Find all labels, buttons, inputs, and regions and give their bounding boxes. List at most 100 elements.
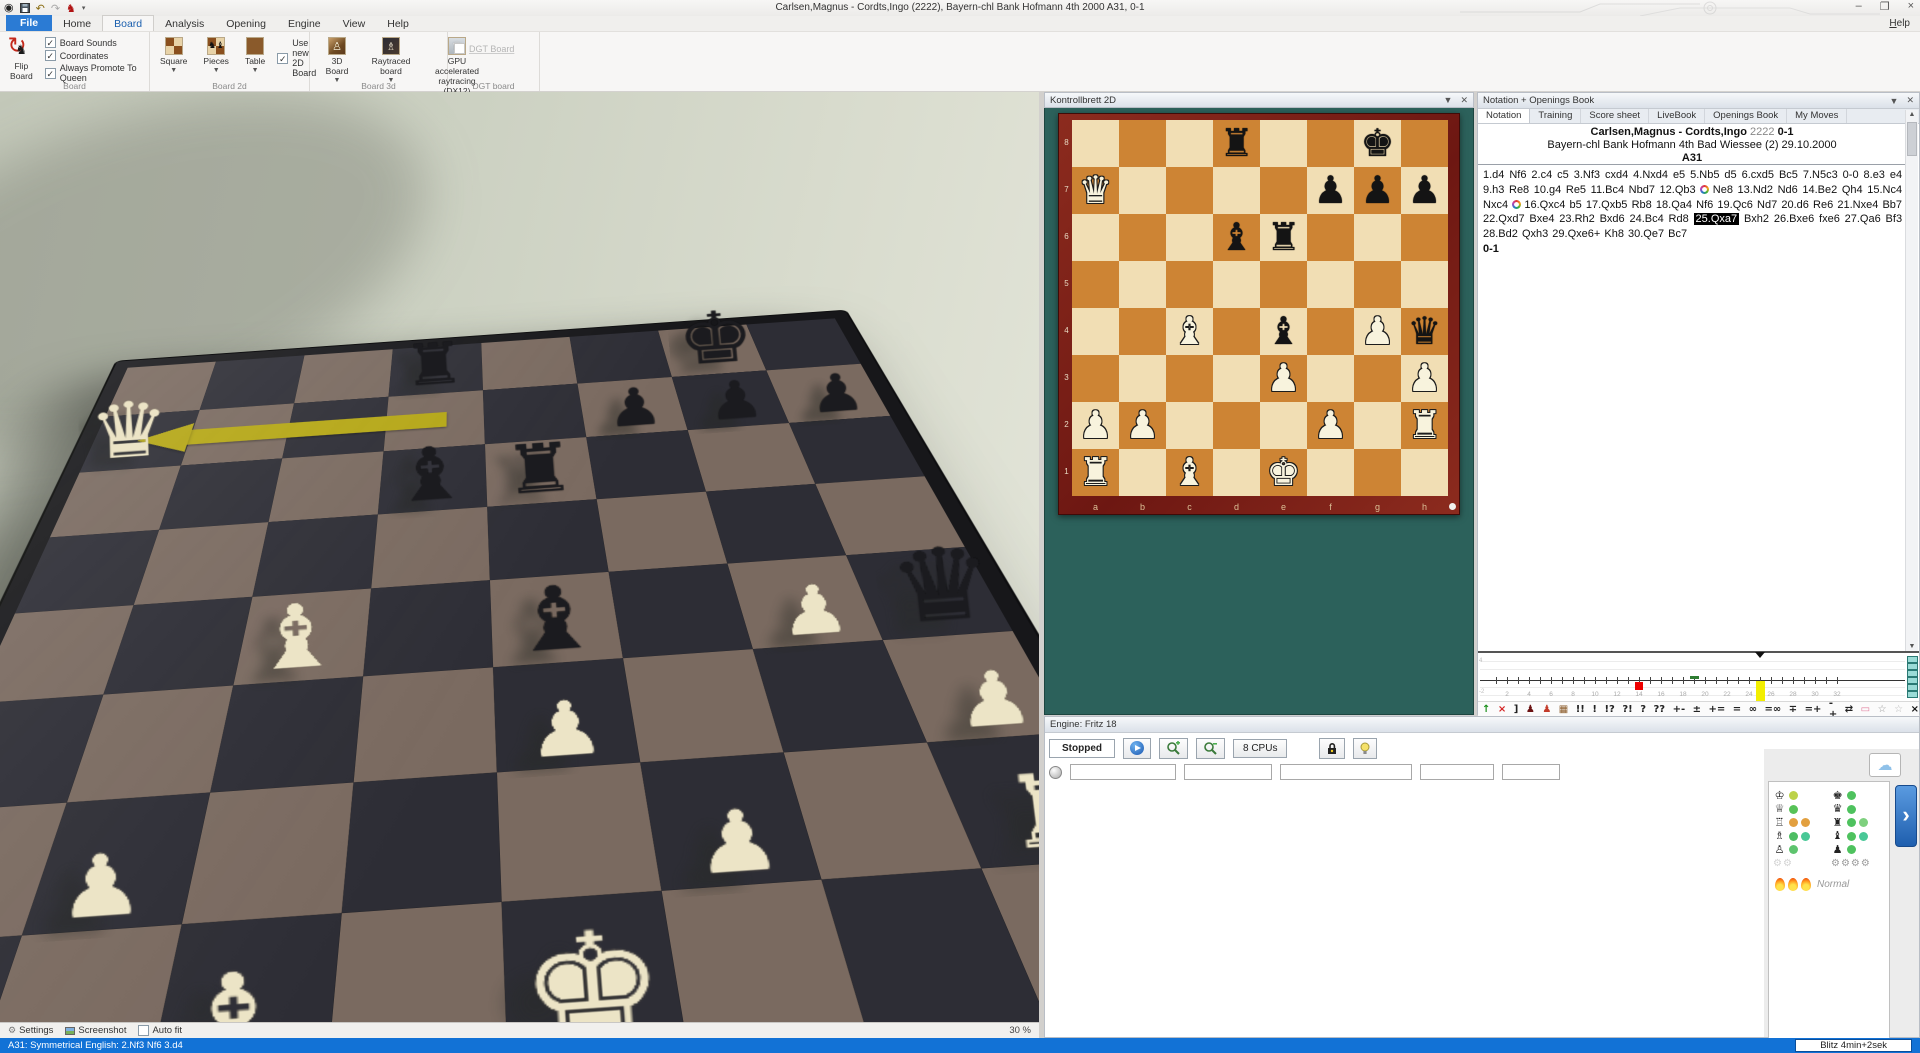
move[interactable]: 19.Qc6 <box>1717 199 1752 211</box>
square-3d[interactable] <box>623 649 784 762</box>
black-piece-3d[interactable]: ♟ <box>683 372 789 431</box>
engine-info-field[interactable] <box>1280 764 1412 780</box>
raytraced-board-dropdown[interactable]: ♗ Raytraced board ▼ <box>366 35 416 86</box>
move[interactable]: Bxe4 <box>1529 213 1554 225</box>
annotation-icon-star[interactable]: ☆ <box>1878 704 1887 715</box>
square-3d[interactable] <box>210 676 363 792</box>
ribbon-tab-engine[interactable]: Engine <box>277 16 332 31</box>
square-3d[interactable] <box>363 580 493 676</box>
evaluation-profile[interactable]: 24681012141618202224262830324-2 <box>1478 651 1919 701</box>
white-piece-3d[interactable]: ♛ <box>78 389 181 472</box>
move[interactable]: 17.Qxb5 <box>1586 199 1628 211</box>
black-piece-2d[interactable]: ♝ <box>1213 214 1260 261</box>
square-3d[interactable] <box>182 783 354 925</box>
square-2d[interactable] <box>1307 261 1354 308</box>
square-2d[interactable] <box>1260 402 1307 449</box>
ribbon-tab-file[interactable]: File <box>6 15 52 31</box>
move[interactable]: 21.Nxe4 <box>1837 199 1878 211</box>
black-piece-2d[interactable]: ♚ <box>1354 120 1401 167</box>
annotation-icon-brilliant[interactable]: !! <box>1576 704 1585 715</box>
annotation-icon-compensation[interactable]: =∞ <box>1765 704 1782 715</box>
square-3d[interactable] <box>354 667 497 782</box>
move[interactable]: Nbd7 <box>1629 184 1655 196</box>
close-button[interactable]: × <box>1908 0 1914 13</box>
square-3d[interactable] <box>371 507 490 589</box>
board-3d[interactable]: ♜♚♛♟♟♟♝♜♝♝♟♛♟♟♟♟♟♜♜♝♚ <box>0 311 1039 1022</box>
checkbox-board-sounds[interactable]: Board Sounds <box>45 37 143 48</box>
annotation-icon-dubious[interactable]: ?! <box>1622 704 1632 715</box>
move[interactable]: 14.Be2 <box>1802 184 1837 196</box>
annotation-icon-promote-line[interactable]: ↑ <box>1482 704 1490 715</box>
square-2d[interactable] <box>1119 449 1166 496</box>
white-piece-2d[interactable]: ♟ <box>1354 308 1401 355</box>
cloud-engine-button[interactable]: ☁ <box>1869 753 1901 777</box>
panel-collapse-icon[interactable]: ▼ <box>1444 95 1453 105</box>
square-3d[interactable] <box>269 451 384 522</box>
square-2d[interactable] <box>1166 261 1213 308</box>
square-2d[interactable] <box>1260 120 1307 167</box>
move[interactable]: Re5 <box>1566 184 1586 196</box>
engine-info-field[interactable] <box>1502 764 1560 780</box>
white-piece-2d[interactable]: ♜ <box>1072 449 1119 496</box>
white-piece-3d[interactable]: ♟ <box>747 573 883 649</box>
white-piece-3d[interactable]: ♝ <box>230 589 363 686</box>
square-2d[interactable] <box>1354 261 1401 308</box>
square-2d[interactable] <box>1119 167 1166 214</box>
white-piece-2d[interactable]: ♟ <box>1401 355 1448 402</box>
annotation-icon-piece-red[interactable]: ♟ <box>1542 704 1551 715</box>
board3d-dropdown[interactable]: ♙ 3D Board ▼ <box>316 35 358 86</box>
move[interactable]: 3.Nf3 <box>1574 169 1600 181</box>
black-piece-3d[interactable]: ♜ <box>483 433 597 507</box>
move[interactable]: Rd8 <box>1669 213 1689 225</box>
annotation-icon-black-better[interactable]: ∓ <box>1789 704 1797 715</box>
ribbon-tab-opening[interactable]: Opening <box>215 16 277 31</box>
stopped-button[interactable]: Stopped <box>1049 739 1115 758</box>
white-piece-3d[interactable]: ♟ <box>655 795 822 891</box>
square-3d[interactable] <box>294 349 393 403</box>
move[interactable]: 5.Nb5 <box>1690 169 1719 181</box>
annotation-icon-delete-bold[interactable]: × <box>1911 704 1919 715</box>
screenshot-button[interactable]: Screenshot <box>65 1025 126 1036</box>
move[interactable]: Nxc4 <box>1483 199 1508 211</box>
square-2d[interactable] <box>1260 167 1307 214</box>
annotation-icon-piece-red-dark[interactable]: ♟ <box>1526 704 1535 715</box>
square-2d[interactable] <box>1260 261 1307 308</box>
checkbox-always-promote[interactable]: Always Promote To Queen <box>45 63 143 83</box>
tab-notation[interactable]: Notation <box>1478 109 1530 123</box>
black-piece-2d[interactable]: ♟ <box>1354 167 1401 214</box>
ribbon-tab-home[interactable]: Home <box>52 16 102 31</box>
square-3d[interactable] <box>753 640 927 752</box>
move[interactable]: 24.Bc4 <box>1629 213 1663 225</box>
black-piece-3d[interactable]: ♝ <box>487 571 623 667</box>
black-piece-2d[interactable]: ♝ <box>1260 308 1307 355</box>
move[interactable]: 26.Bxe6 <box>1774 213 1814 225</box>
move[interactable]: Nd7 <box>1757 199 1777 211</box>
move[interactable]: 22.Qxd7 <box>1483 213 1525 225</box>
expand-chevron-button[interactable]: › <box>1895 785 1917 847</box>
panel-close-icon[interactable]: ✕ <box>1460 95 1468 106</box>
restore-button[interactable]: ❐ <box>1880 0 1890 13</box>
black-piece-3d[interactable]: ♟ <box>582 379 687 438</box>
engine-info-field[interactable] <box>1070 764 1176 780</box>
move[interactable]: Re8 <box>1509 184 1529 196</box>
white-piece-3d[interactable]: ♚ <box>498 909 688 1022</box>
square-2d[interactable] <box>1307 355 1354 402</box>
move[interactable]: 10.g4 <box>1534 184 1562 196</box>
square-2d[interactable] <box>1072 355 1119 402</box>
white-piece-3d[interactable]: ♟ <box>919 657 1039 742</box>
square-3d[interactable] <box>327 902 508 1022</box>
square-2d[interactable] <box>1354 449 1401 496</box>
square-2d[interactable] <box>1072 214 1119 261</box>
move[interactable]: 4.Nxd4 <box>1633 169 1668 181</box>
lightbulb-button[interactable] <box>1353 738 1377 759</box>
white-piece-3d[interactable]: ♟ <box>0 850 22 947</box>
square-2d[interactable] <box>1072 120 1119 167</box>
square-3d[interactable] <box>200 355 305 410</box>
square-2d[interactable] <box>1401 214 1448 261</box>
black-piece-3d[interactable]: ♚ <box>666 300 767 377</box>
square-2d[interactable] <box>1166 214 1213 261</box>
scroll-up-icon[interactable]: ▲ <box>1906 111 1918 118</box>
tab-training[interactable]: Training <box>1530 109 1581 123</box>
tab-score-sheet[interactable]: Score sheet <box>1581 109 1649 123</box>
square-2d[interactable] <box>1401 261 1448 308</box>
